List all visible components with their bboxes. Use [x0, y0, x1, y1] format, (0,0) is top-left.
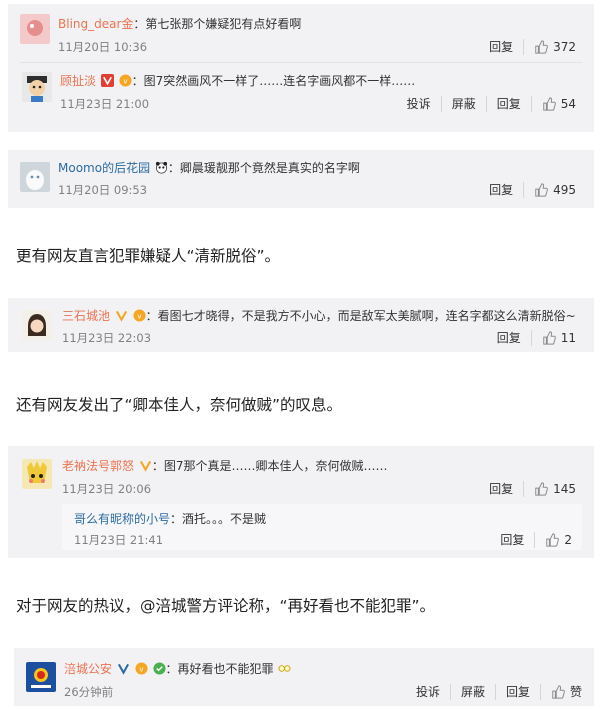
comment-text: ：图7突然画风不一样了……连名字画风都不一样……: [131, 74, 416, 88]
timestamp: 11月23日 21:00: [60, 97, 150, 111]
comment-line: 三石城池 v ：看图七才晓得，不是我方不小心，而是敌军太美腻啊，连名字都这么清新脱…: [62, 308, 576, 324]
svg-text:v: v: [139, 664, 144, 673]
comment-line: 老衲法号郭怒 ：图7那个真是……卿本佳人，奈何做贼……: [62, 458, 387, 474]
comment-line: Moomo的后花园 ：卿晨瑗靓那个竟然是真实的名字啊: [58, 160, 360, 176]
glasses-emoji-icon: [278, 662, 291, 675]
username[interactable]: 老衲法号郭怒: [62, 459, 134, 473]
avatar[interactable]: [22, 310, 52, 340]
avatar[interactable]: [22, 72, 52, 102]
verified-v-icon: [115, 309, 128, 322]
like-count: 145: [553, 482, 576, 496]
like-button[interactable]: 54: [530, 96, 586, 112]
report-button[interactable]: 投诉: [397, 96, 441, 112]
verified-v-icon: [100, 74, 114, 87]
like-count: 495: [553, 183, 576, 197]
timestamp: 11月20日 10:36: [58, 40, 148, 54]
vip-badge-icon: v: [119, 74, 132, 87]
timestamp: 11月20日 09:53: [58, 183, 148, 197]
comment-actions: 回复 145: [479, 481, 586, 497]
timestamp: 11月23日 21:41: [74, 533, 164, 547]
comment-actions: 投诉 屏蔽 回复 赞: [406, 684, 592, 700]
nested-reply: 哥么有昵称的小号：酒托。。。不是贼 11月23日 21:41 回复 2: [62, 504, 582, 550]
comment-actions: 投诉 屏蔽 回复 54: [397, 96, 586, 112]
comment-card-2: Moomo的后花园 ：卿晨瑗靓那个竟然是真实的名字啊 11月20日 09:53 …: [8, 150, 594, 208]
thumb-up-icon: [551, 685, 570, 699]
comment-text: ：酒托。。。不是贼: [170, 512, 267, 526]
thumb-up-icon: [534, 183, 553, 197]
comment-card-5: 涪城公安 v ：再好看也不能犯罪 26分钟前 投诉 屏蔽 回复 赞: [14, 648, 594, 706]
username[interactable]: 三石城池: [62, 309, 110, 323]
like-button[interactable]: 11: [530, 330, 586, 346]
reply-button[interactable]: 回复: [490, 532, 534, 548]
like-count: 2: [564, 533, 572, 547]
like-count: 11: [560, 331, 576, 345]
like-button[interactable]: 372: [523, 39, 586, 55]
comment-text: ：看图七才晓得，不是我方不小心，而是敌军太美腻啊，连名字都这么清新脱俗~: [145, 309, 576, 323]
comment-line: 顾扯淡 v ：图7突然画风不一样了……连名字画风都不一样……: [60, 73, 415, 89]
timestamp: 26分钟前: [64, 685, 114, 699]
username[interactable]: 顾扯淡: [60, 74, 96, 88]
reply-button[interactable]: 回复: [485, 96, 531, 112]
avatar[interactable]: [20, 162, 50, 192]
verified-v-icon: [117, 662, 130, 675]
timestamp: 11月23日 22:03: [62, 331, 152, 345]
panda-emoji-icon: [155, 161, 168, 174]
username[interactable]: 哥么有昵称的小号: [74, 512, 170, 526]
comment-actions: 回复 2: [490, 532, 582, 548]
vip-badge-icon: v: [133, 309, 146, 322]
thumb-up-icon: [534, 40, 553, 54]
comment-actions: 回复 372: [479, 39, 586, 55]
like-button[interactable]: 赞: [539, 684, 592, 700]
avatar[interactable]: [26, 662, 56, 692]
timestamp: 11月23日 20:06: [62, 482, 152, 496]
comment-card-3: 三石城池 v ：看图七才晓得，不是我方不小心，而是敌军太美腻啊，连名字都这么清新脱…: [8, 298, 594, 352]
article-paragraph: 还有网友发出了“卿本佳人，奈何做贼”的叹息。: [16, 396, 343, 414]
comment-card-1: Bling_dear金：第七张那个嫌疑犯有点好看啊 11月20日 10:36 回…: [8, 4, 594, 132]
username[interactable]: Moomo的后花园: [58, 161, 150, 175]
like-button[interactable]: 495: [523, 182, 586, 198]
like-count: 372: [553, 40, 576, 54]
vip-badge-icon: v: [135, 662, 148, 675]
article-paragraph: 更有网友直言犯罪嫌疑人“清新脱俗”。: [16, 247, 281, 265]
svg-text:v: v: [123, 76, 128, 85]
reply-button[interactable]: 回复: [479, 182, 523, 198]
thumb-up-icon: [542, 331, 561, 345]
comment-actions: 回复 495: [479, 182, 586, 198]
comment-text: ：第七张那个嫌疑犯有点好看啊: [133, 17, 302, 31]
reply-button[interactable]: 回复: [479, 39, 523, 55]
comment-line: 涪城公安 v ：再好看也不能犯罪: [64, 661, 291, 677]
comment-text: ：图7那个真是……卿本佳人，奈何做贼……: [151, 459, 388, 473]
comment-text: ：再好看也不能犯罪: [165, 662, 274, 676]
thumb-up-icon: [534, 482, 553, 496]
comment-line: 哥么有昵称的小号：酒托。。。不是贼: [74, 511, 266, 527]
svg-text:v: v: [137, 311, 142, 320]
username[interactable]: Bling_dear金: [58, 17, 133, 31]
thumb-up-icon: [542, 97, 561, 111]
thumb-up-icon: [545, 533, 564, 547]
reply-button[interactable]: 回复: [494, 684, 540, 700]
reply-button[interactable]: 回复: [479, 481, 523, 497]
avatar[interactable]: [22, 459, 52, 489]
divider: [20, 62, 582, 63]
green-badge-icon: [152, 662, 166, 675]
report-button[interactable]: 投诉: [406, 684, 450, 700]
reply-button[interactable]: 回复: [487, 330, 531, 346]
avatar[interactable]: [20, 14, 50, 44]
block-button[interactable]: 屏蔽: [440, 96, 486, 112]
verified-v-icon: [139, 459, 152, 472]
like-count: 54: [560, 97, 576, 111]
comment-card-4: 老衲法号郭怒 ：图7那个真是……卿本佳人，奈何做贼…… 11月23日 20:06…: [8, 446, 594, 558]
like-label: 赞: [569, 685, 582, 699]
block-button[interactable]: 屏蔽: [449, 684, 495, 700]
comment-text: ：卿晨瑗靓那个竟然是真实的名字啊: [167, 161, 360, 175]
comment-line: Bling_dear金：第七张那个嫌疑犯有点好看啊: [58, 16, 301, 32]
like-button[interactable]: 2: [534, 532, 582, 548]
like-button[interactable]: 145: [523, 481, 586, 497]
comment-actions: 回复 11: [487, 330, 586, 346]
username[interactable]: 涪城公安: [64, 662, 112, 676]
article-paragraph: 对于网友的热议，@涪城警方评论称，“再好看也不能犯罪”。: [16, 597, 436, 615]
